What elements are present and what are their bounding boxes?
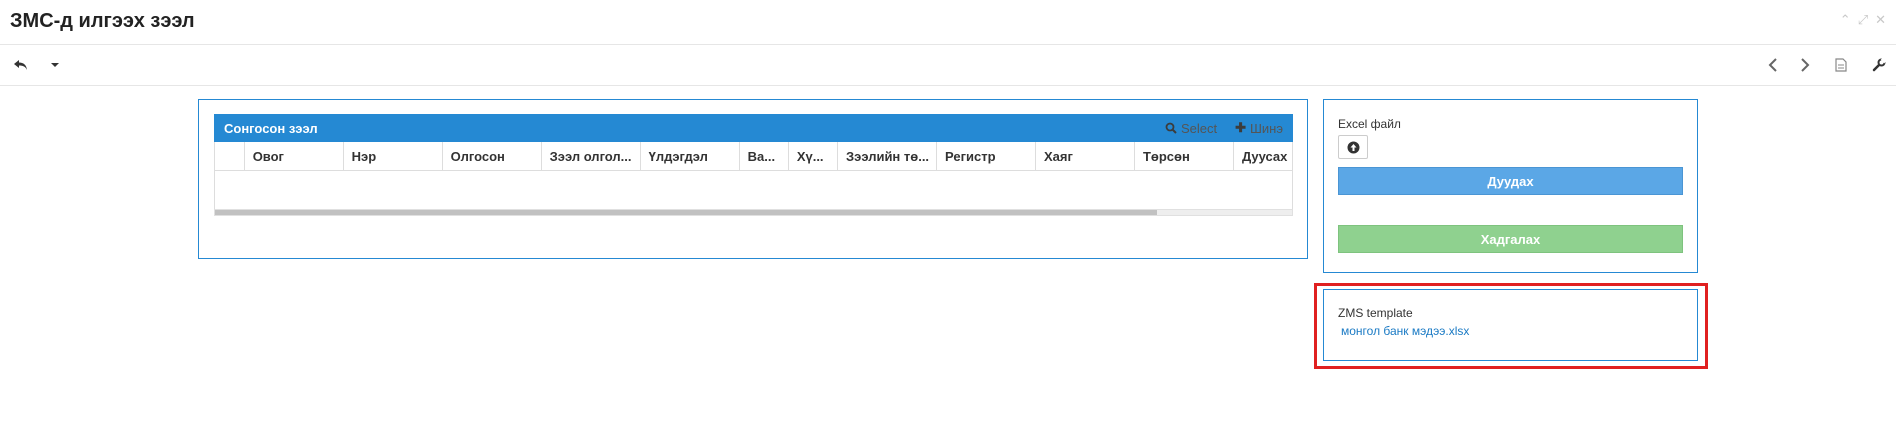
selected-loans-grid: Сонгосон зээл Select ✚ Шинэ Овог Нэр Олг… xyxy=(214,114,1293,220)
upload-button[interactable] xyxy=(1338,135,1368,159)
column-header[interactable]: Үлдэгдэл xyxy=(641,142,740,170)
page-title: ЗМС-д илгээх зээл xyxy=(10,10,195,32)
column-header[interactable]: Олгосон xyxy=(443,142,542,170)
import-button[interactable]: Дуудах xyxy=(1338,167,1683,195)
next-icon[interactable] xyxy=(1794,54,1816,76)
template-download-link[interactable]: монгол банк мэдээ.xlsx xyxy=(1341,324,1469,338)
column-header[interactable]: Дуусах xyxy=(1234,142,1293,170)
document-icon[interactable] xyxy=(1830,54,1852,76)
new-label: Шинэ xyxy=(1250,120,1283,136)
prev-icon[interactable] xyxy=(1762,54,1784,76)
grid-header: Сонгосон зээл Select ✚ Шинэ xyxy=(214,114,1293,142)
template-label: ZMS template xyxy=(1338,306,1413,320)
collapse-icon[interactable]: ⌃ xyxy=(1840,13,1851,27)
select-label: Select xyxy=(1180,120,1218,136)
search-icon xyxy=(1165,122,1177,134)
horizontal-scrollbar[interactable] xyxy=(214,209,1293,216)
column-header[interactable]: Хаяг xyxy=(1036,142,1135,170)
column-header[interactable]: Зээл олгол... xyxy=(542,142,641,170)
window-title-bar: ЗМС-д илгээх зээл ⌃ ⤢ ✕ xyxy=(0,0,1896,45)
excel-file-label: Excel файл xyxy=(1338,117,1401,131)
column-header[interactable]: Ва... xyxy=(740,142,789,170)
row-selector-column xyxy=(215,142,245,170)
column-header[interactable]: Регистр xyxy=(937,142,1036,170)
column-header[interactable]: Овог xyxy=(245,142,344,170)
plus-icon: ✚ xyxy=(1235,120,1246,135)
selected-loans-panel: Сонгосон зээл Select ✚ Шинэ Овог Нэр Олг… xyxy=(198,99,1308,259)
window-controls: ⌃ ⤢ ✕ xyxy=(1840,13,1886,27)
grid-title: Сонгосон зээл xyxy=(224,120,318,136)
save-button[interactable]: Хадгалах xyxy=(1338,225,1683,253)
undo-icon[interactable] xyxy=(10,54,32,76)
excel-upload-panel: Excel файл Дуудах Хадгалах xyxy=(1323,99,1698,273)
template-panel: ZMS template монгол банк мэдээ.xlsx xyxy=(1323,289,1698,361)
maximize-icon[interactable]: ⤢ xyxy=(1858,13,1868,27)
grid-column-headers: Овог Нэр Олгосон Зээл олгол... Үлдэгдэл … xyxy=(214,142,1293,171)
new-button[interactable]: ✚ Шинэ xyxy=(1235,120,1283,136)
toolbar xyxy=(0,45,1896,86)
upload-icon xyxy=(1347,141,1359,153)
wrench-icon[interactable] xyxy=(1868,54,1890,76)
column-header[interactable]: Хү... xyxy=(789,142,839,170)
scrollbar-thumb[interactable] xyxy=(215,210,1158,215)
column-header[interactable]: Зээлийн тө... xyxy=(838,142,937,170)
column-header[interactable]: Нэр xyxy=(344,142,443,170)
close-icon[interactable]: ✕ xyxy=(1875,13,1886,27)
grid-body xyxy=(214,171,1293,209)
dropdown-caret-icon[interactable] xyxy=(44,54,66,76)
column-header[interactable]: Төрсөн xyxy=(1135,142,1234,170)
select-button[interactable]: Select xyxy=(1165,120,1217,136)
